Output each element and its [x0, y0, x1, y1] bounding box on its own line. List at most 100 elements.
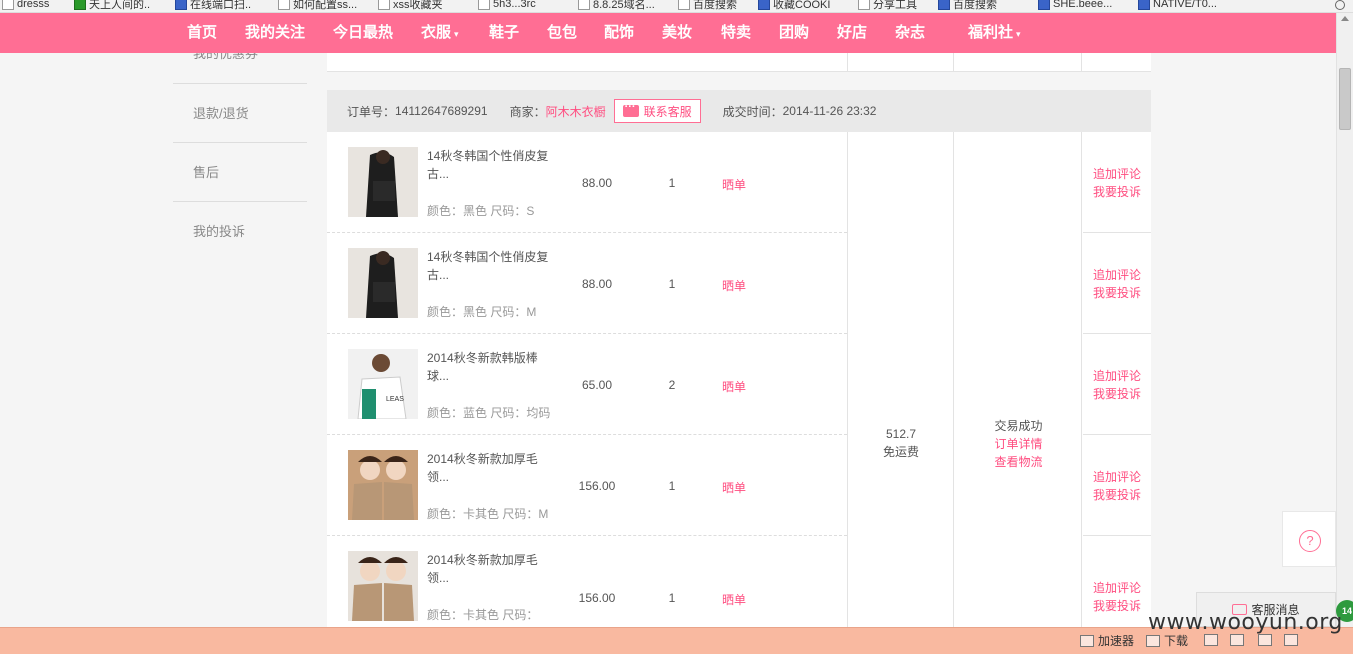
- bookmarks-bar: dresss 天上人间的.. 在线端口扫.. 如何配置ss... xss收藏夹 …: [0, 0, 1353, 13]
- column-divider: [953, 132, 954, 627]
- complain-link[interactable]: 我要投诉: [1083, 486, 1151, 504]
- complain-link[interactable]: 我要投诉: [1083, 183, 1151, 201]
- product-price: 65.00: [581, 378, 613, 392]
- nav-item-sale[interactable]: 特卖: [721, 13, 751, 53]
- product-row: 2014秋冬新款加厚毛领... 颜色：卡其色 尺码：M 156.00 1 晒单: [327, 435, 847, 536]
- action-cell: 追加评论 我要投诉: [1083, 536, 1151, 627]
- scrollbar-thumb[interactable]: [1339, 68, 1351, 130]
- page-icon: [578, 0, 590, 10]
- nav-item-beauty[interactable]: 美妆: [662, 13, 692, 53]
- previous-order-fragment: [327, 53, 1151, 72]
- excel-icon: [74, 0, 86, 10]
- bookmark-item[interactable]: 收藏COOKI: [758, 0, 830, 11]
- column-divider: [847, 53, 848, 72]
- bookmark-item[interactable]: 百度搜索: [678, 0, 737, 11]
- trash-icon[interactable]: [1230, 634, 1244, 646]
- add-icon[interactable]: [1204, 634, 1218, 646]
- page-icon: [1138, 0, 1150, 10]
- nav-item-shoes[interactable]: 鞋子: [489, 13, 519, 53]
- product-attributes: 颜色：黑色 尺码：M: [427, 305, 537, 319]
- order-number-label: 订单号：: [347, 104, 396, 119]
- product-thumbnail[interactable]: [348, 450, 418, 520]
- complain-link[interactable]: 我要投诉: [1083, 385, 1151, 403]
- action-cell: 追加评论 我要投诉: [1083, 334, 1151, 435]
- action-cell: 追加评论 我要投诉: [1083, 233, 1151, 334]
- product-name[interactable]: 2014秋冬新款加厚毛领...: [427, 551, 557, 587]
- help-button[interactable]: ?: [1282, 511, 1336, 567]
- bookmark-item[interactable]: xss收藏夹: [378, 0, 443, 11]
- order-time: 2014-11-26 23:32: [782, 104, 877, 118]
- add-review-link[interactable]: 追加评论: [1083, 165, 1151, 183]
- nav-item-bags[interactable]: 包包: [547, 13, 577, 53]
- nav-item-hottest[interactable]: 今日最热: [333, 13, 393, 53]
- contact-service-button[interactable]: 联系客服: [613, 99, 701, 123]
- product-thumbnail[interactable]: [348, 147, 418, 217]
- show-order-link[interactable]: 晒单: [722, 479, 746, 496]
- bookmark-item[interactable]: 5h3...3rc: [478, 0, 536, 11]
- product-thumbnail[interactable]: [348, 248, 418, 318]
- bookmark-item[interactable]: NATIVE/T0...: [1138, 0, 1217, 11]
- show-order-link[interactable]: 晒单: [722, 176, 746, 193]
- product-name[interactable]: 14秋冬韩国个性俏皮复古...: [427, 248, 557, 284]
- bookmark-item[interactable]: 如何配置ss...: [278, 0, 357, 11]
- complain-link[interactable]: 我要投诉: [1083, 597, 1151, 615]
- show-order-link[interactable]: 晒单: [722, 591, 746, 608]
- nav-item-accessories[interactable]: 配饰: [604, 13, 634, 53]
- window-icon[interactable]: [1258, 634, 1272, 646]
- order-total-cell: 512.7 免运费: [848, 425, 954, 461]
- nav-item-welfare[interactable]: 福利社 ▾: [968, 13, 1021, 53]
- product-quantity: 1: [668, 591, 676, 605]
- nav-item-following[interactable]: 我的关注: [245, 13, 305, 53]
- account-sidebar: 我的优惠券 退款/退货 售后 我的投诉: [173, 53, 307, 261]
- sidebar-item-refund[interactable]: 退款/退货: [173, 84, 307, 143]
- bookmark-item[interactable]: 天上人间的..: [74, 0, 150, 11]
- add-review-link[interactable]: 追加评论: [1083, 266, 1151, 284]
- window-control-icon[interactable]: [1335, 0, 1345, 10]
- nav-item-clothes[interactable]: 衣服 ▾: [421, 13, 459, 53]
- add-review-link[interactable]: 追加评论: [1083, 468, 1151, 486]
- product-name[interactable]: 2014秋冬新款韩版棒球...: [427, 349, 557, 385]
- nav-item-good-shops[interactable]: 好店: [837, 13, 867, 53]
- merchant-link[interactable]: 阿木木衣橱: [546, 103, 606, 120]
- order-total: 512.7: [885, 427, 917, 441]
- sidebar-item-aftersale[interactable]: 售后: [173, 143, 307, 202]
- product-price: 156.00: [578, 479, 616, 493]
- page-icon: [678, 0, 690, 10]
- show-order-link[interactable]: 晒单: [722, 277, 746, 294]
- bookmark-item[interactable]: 分享工具: [858, 0, 917, 11]
- column-divider: [1081, 132, 1082, 627]
- sidebar-item-coupons[interactable]: 我的优惠券: [173, 53, 307, 84]
- product-attributes: 颜色：黑色 尺码：S: [427, 204, 535, 218]
- chevron-down-icon: ▾: [454, 29, 459, 39]
- product-thumbnail[interactable]: [348, 551, 418, 621]
- bookmark-item[interactable]: 百度搜索: [938, 0, 997, 11]
- bookmark-item[interactable]: SHE.beee...: [1038, 0, 1112, 11]
- product-quantity: 1: [668, 277, 676, 291]
- page-scrollbar[interactable]: [1336, 13, 1353, 627]
- product-name[interactable]: 14秋冬韩国个性俏皮复古...: [427, 147, 557, 183]
- bookmark-item[interactable]: 8.8.25域名...: [578, 0, 655, 11]
- nav-item-magazine[interactable]: 杂志: [895, 13, 925, 53]
- add-review-link[interactable]: 追加评论: [1083, 579, 1151, 597]
- logistics-link[interactable]: 查看物流: [955, 453, 1082, 471]
- product-name[interactable]: 2014秋冬新款加厚毛领...: [427, 450, 557, 486]
- accelerator-button[interactable]: 加速器: [1080, 632, 1134, 649]
- scroll-up-icon[interactable]: [1341, 16, 1349, 21]
- product-thumbnail[interactable]: LEAS: [348, 349, 418, 419]
- bookmark-item[interactable]: dresss: [2, 0, 49, 11]
- sidebar-item-complaints[interactable]: 我的投诉: [173, 202, 307, 261]
- page-icon: [278, 0, 290, 10]
- bookmark-item[interactable]: 在线端口扫..: [175, 0, 251, 11]
- add-review-link[interactable]: 追加评论: [1083, 367, 1151, 385]
- nav-item-group-buy[interactable]: 团购: [779, 13, 809, 53]
- order-detail-link[interactable]: 订单详情: [955, 435, 1082, 453]
- nav-item-home[interactable]: 首页: [187, 13, 217, 53]
- column-divider: [953, 53, 954, 72]
- show-order-link[interactable]: 晒单: [722, 378, 746, 395]
- print-icon[interactable]: [1284, 634, 1298, 646]
- product-row: 14秋冬韩国个性俏皮复古... 颜色：黑色 尺码：M 88.00 1 晒单: [327, 233, 847, 334]
- product-price: 156.00: [578, 591, 616, 605]
- tool-icon: [175, 0, 187, 10]
- product-row: LEAS 2014秋冬新款韩版棒球... 颜色：蓝色 尺码：均码 65.00 2…: [327, 334, 847, 435]
- complain-link[interactable]: 我要投诉: [1083, 284, 1151, 302]
